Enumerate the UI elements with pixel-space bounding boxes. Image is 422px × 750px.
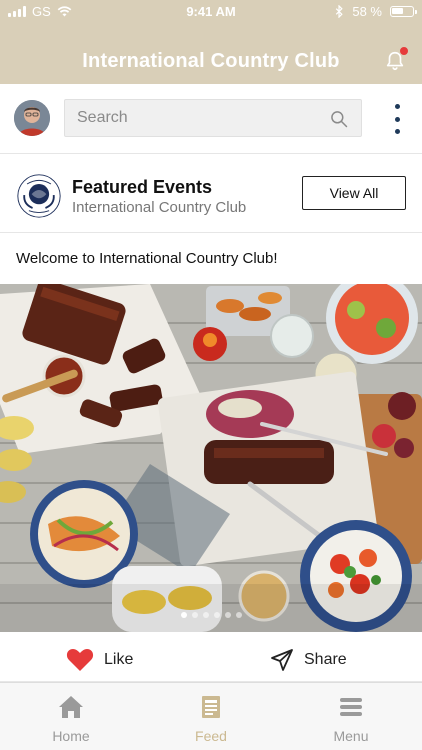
heart-icon <box>66 649 94 671</box>
bottom-tab-bar: Home Feed Menu <box>0 682 422 750</box>
notification-button[interactable] <box>384 46 409 72</box>
battery-percent: 58 % <box>352 4 382 19</box>
send-icon <box>271 649 293 671</box>
search-icon[interactable] <box>329 109 349 129</box>
more-options-button[interactable] <box>392 104 402 134</box>
featured-events-header: Featured Events International Country Cl… <box>0 155 422 233</box>
avatar[interactable] <box>14 100 50 136</box>
home-icon <box>59 696 83 718</box>
carousel-dot-active <box>180 612 187 618</box>
carousel-dot <box>202 612 209 618</box>
food-photo <box>0 284 422 632</box>
tab-feed-label: Feed <box>195 728 227 744</box>
kebab-dot <box>394 104 400 109</box>
app-title: International Country Club <box>82 50 340 72</box>
carousel-dot <box>224 612 231 618</box>
carousel-indicator <box>0 612 422 618</box>
kebab-dot <box>394 129 400 134</box>
kebab-dot <box>394 116 400 122</box>
share-label: Share <box>304 651 347 668</box>
post-actions: Like Share <box>0 636 422 682</box>
carousel-dot <box>191 612 198 618</box>
like-label: Like <box>104 651 134 668</box>
tab-menu[interactable]: Menu <box>306 693 396 744</box>
tab-home[interactable]: Home <box>26 693 116 744</box>
bluetooth-icon <box>336 5 344 18</box>
search-row <box>0 84 422 154</box>
avatar-image <box>14 100 50 136</box>
post-image-carousel[interactable] <box>0 284 422 632</box>
menu-icon <box>340 698 362 716</box>
carousel-dot <box>213 612 220 618</box>
post-text: Welcome to International Country Club! <box>16 250 278 267</box>
status-right: 58 % <box>335 4 417 19</box>
search-input[interactable] <box>65 100 361 136</box>
top-bar: GS 9:41 AM 58 % International Country Cl… <box>0 0 422 84</box>
feed-icon <box>202 696 220 718</box>
tab-menu-label: Menu <box>333 728 369 744</box>
status-bar: GS 9:41 AM 58 % <box>0 0 422 24</box>
carousel-dot <box>235 612 242 618</box>
club-logo <box>17 174 61 218</box>
share-button[interactable]: Share <box>270 648 347 672</box>
featured-subtitle: International Country Club <box>72 199 247 216</box>
like-button[interactable]: Like <box>66 648 133 672</box>
notification-badge <box>399 46 409 56</box>
search-box <box>64 99 362 137</box>
tab-home-label: Home <box>52 728 90 744</box>
tab-feed[interactable]: Feed <box>166 693 256 744</box>
battery-icon <box>390 6 417 17</box>
featured-title: Featured Events <box>72 177 213 197</box>
view-all-button[interactable]: View All <box>302 176 406 210</box>
